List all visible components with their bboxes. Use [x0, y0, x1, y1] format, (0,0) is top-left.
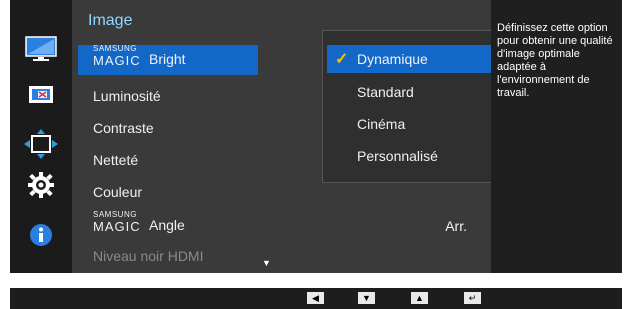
samsung-magic-logo: SAMSUNG MAGIC — [93, 210, 141, 234]
screen-adjust-icon[interactable] — [24, 82, 58, 108]
menu-item-label: Couleur — [93, 184, 143, 200]
down-arrow-icon[interactable]: ▼ — [358, 292, 375, 304]
gear-icon[interactable] — [24, 172, 58, 198]
up-arrow-icon[interactable]: ▲ — [411, 292, 428, 304]
menu-item-label: Angle — [149, 217, 185, 233]
menu-item-niveau-noir-hdmi: Niveau noir HDMI — [72, 241, 491, 271]
option-label: Dynamique — [357, 51, 428, 67]
osd-window: Image SAMSUNG MAGIC Bright Luminosité Co… — [10, 0, 622, 273]
menu-item-value: Arr. — [445, 218, 467, 234]
help-text: Définissez cette option pour obtenir une… — [497, 22, 613, 99]
checkmark-icon: ✓ — [335, 51, 349, 68]
image-menu-panel: Image SAMSUNG MAGIC Bright Luminosité Co… — [72, 0, 538, 273]
option-label: Standard — [357, 84, 414, 100]
menu-item-magicangle[interactable]: SAMSUNG MAGIC Angle Arr. — [72, 210, 491, 241]
scroll-down-icon[interactable]: ▼ — [262, 258, 271, 268]
monitor-icon[interactable] — [24, 36, 58, 62]
category-icon-column — [10, 0, 72, 273]
left-arrow-icon[interactable]: ◀ — [307, 292, 324, 304]
button-guide-bar: ◀ ▼ ▲ ↵ — [10, 288, 622, 309]
position-arrows-icon[interactable] — [24, 129, 58, 159]
menu-item-label: Niveau noir HDMI — [93, 248, 204, 264]
enter-icon[interactable]: ↵ — [464, 292, 481, 304]
option-label: Cinéma — [357, 116, 406, 132]
menu-item-label: Luminosité — [93, 88, 161, 104]
samsung-magic-logo: SAMSUNG MAGIC — [93, 44, 141, 68]
option-label: Personnalisé — [357, 148, 438, 164]
menu-title: Image — [88, 12, 133, 29]
menu-item-label: Netteté — [93, 152, 139, 168]
menu-item-label: Contraste — [93, 120, 154, 136]
info-icon[interactable] — [24, 222, 58, 248]
help-panel: Définissez cette option pour obtenir une… — [491, 0, 622, 273]
menu-item-label: Bright — [149, 51, 186, 67]
